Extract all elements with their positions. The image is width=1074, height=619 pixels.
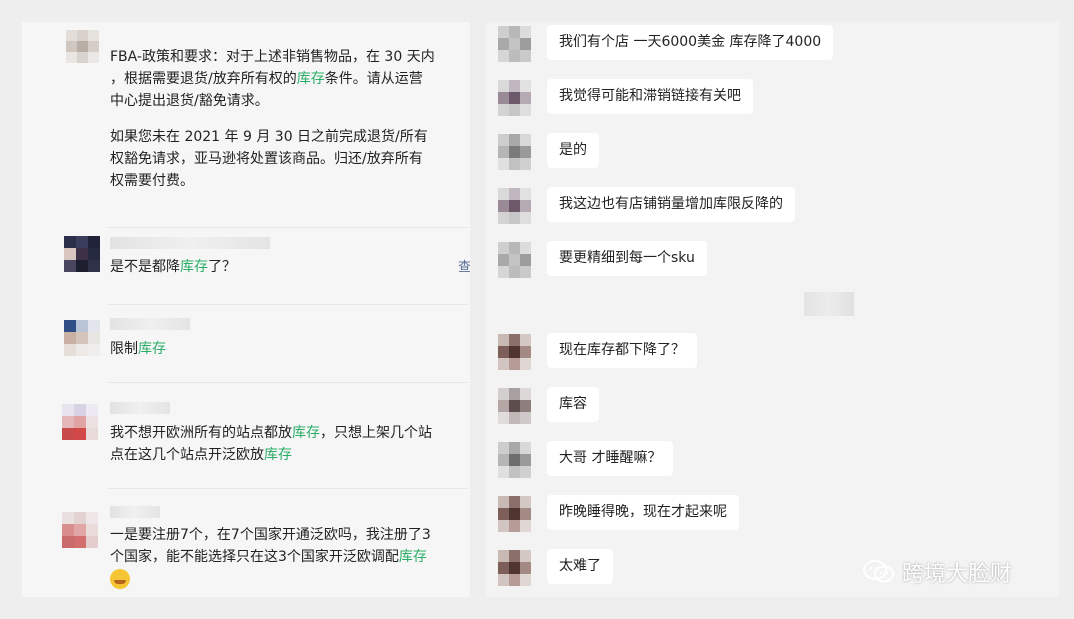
watermark-text: 跨境大脸财 xyxy=(902,562,1013,587)
avatar[interactable] xyxy=(498,134,531,170)
avatar[interactable] xyxy=(66,30,99,63)
chat-bubble: 是的 xyxy=(547,133,599,168)
chat-bubble: 库容 xyxy=(547,387,599,422)
message-text: 限制库存 xyxy=(110,341,166,357)
message-text: 一是要注册7个，在7个国家开通泛欧吗，我注册了3 个国家，能不能选择只在这3个国… xyxy=(110,524,460,590)
wechat-icon xyxy=(863,560,894,583)
avatar[interactable] xyxy=(498,26,531,62)
message-text: 是不是都降库存了？ xyxy=(110,259,236,275)
avatar[interactable] xyxy=(498,242,531,278)
chat-bubble: 我觉得可能和滞销链接有关吧 xyxy=(547,79,753,114)
watermark: 跨境大脸财 xyxy=(862,557,1012,587)
view-link[interactable]: 查 xyxy=(458,257,470,279)
avatar[interactable] xyxy=(498,496,531,532)
chat-bubble: 我们有个店 一天6000美金 库存降了4000 xyxy=(547,25,834,60)
message-divider xyxy=(108,304,468,305)
avatar[interactable] xyxy=(64,320,100,356)
username-blurred xyxy=(110,318,190,330)
username-blurred xyxy=(110,402,170,414)
username-blurred xyxy=(110,237,270,249)
chat-bubble: 现在库存都下降了？ xyxy=(547,333,697,368)
username-blurred xyxy=(110,506,160,518)
avatar[interactable] xyxy=(62,404,98,440)
chat-bubble: 我这边也有店铺销量增加库限反降的 xyxy=(547,187,795,222)
chat-bubble: 要更精细到每一个sku xyxy=(547,241,707,276)
message-divider xyxy=(108,227,468,228)
message-text: 我不想开欧洲所有的站点都放库存，只想上架几个站 点在这几个站点开泛欧放库存 xyxy=(110,425,432,463)
avatar[interactable] xyxy=(498,388,531,424)
chat-bubble: 大哥 才睡醒嘛？ xyxy=(547,441,674,476)
message-divider xyxy=(108,488,468,489)
avatar[interactable] xyxy=(64,236,100,272)
avatar[interactable] xyxy=(498,188,531,224)
timestamp-blurred xyxy=(804,292,854,316)
chat-bubble: 太难了 xyxy=(547,549,613,584)
message-text: FBA-政策和要求：对于上述非销售物品，在 30 天内 ，根据需要退货/放弃所有… xyxy=(110,49,435,189)
avatar[interactable] xyxy=(498,442,531,478)
avatar[interactable] xyxy=(498,80,531,116)
avatar[interactable] xyxy=(498,334,531,370)
avatar[interactable] xyxy=(498,550,531,586)
message-divider xyxy=(108,382,468,383)
crying-laugh-emoji-icon xyxy=(110,569,130,589)
avatar[interactable] xyxy=(62,512,98,548)
left-chat-panel: FBA-政策和要求：对于上述非销售物品，在 30 天内 ，根据需要退货/放弃所有… xyxy=(22,22,470,597)
chat-bubble: 昨晚睡得晚，现在才起来呢 xyxy=(547,495,739,530)
right-chat-panel: 我们有个店 一天6000美金 库存降了4000 我觉得可能和滞销链接有关吧 是的… xyxy=(486,22,1059,597)
